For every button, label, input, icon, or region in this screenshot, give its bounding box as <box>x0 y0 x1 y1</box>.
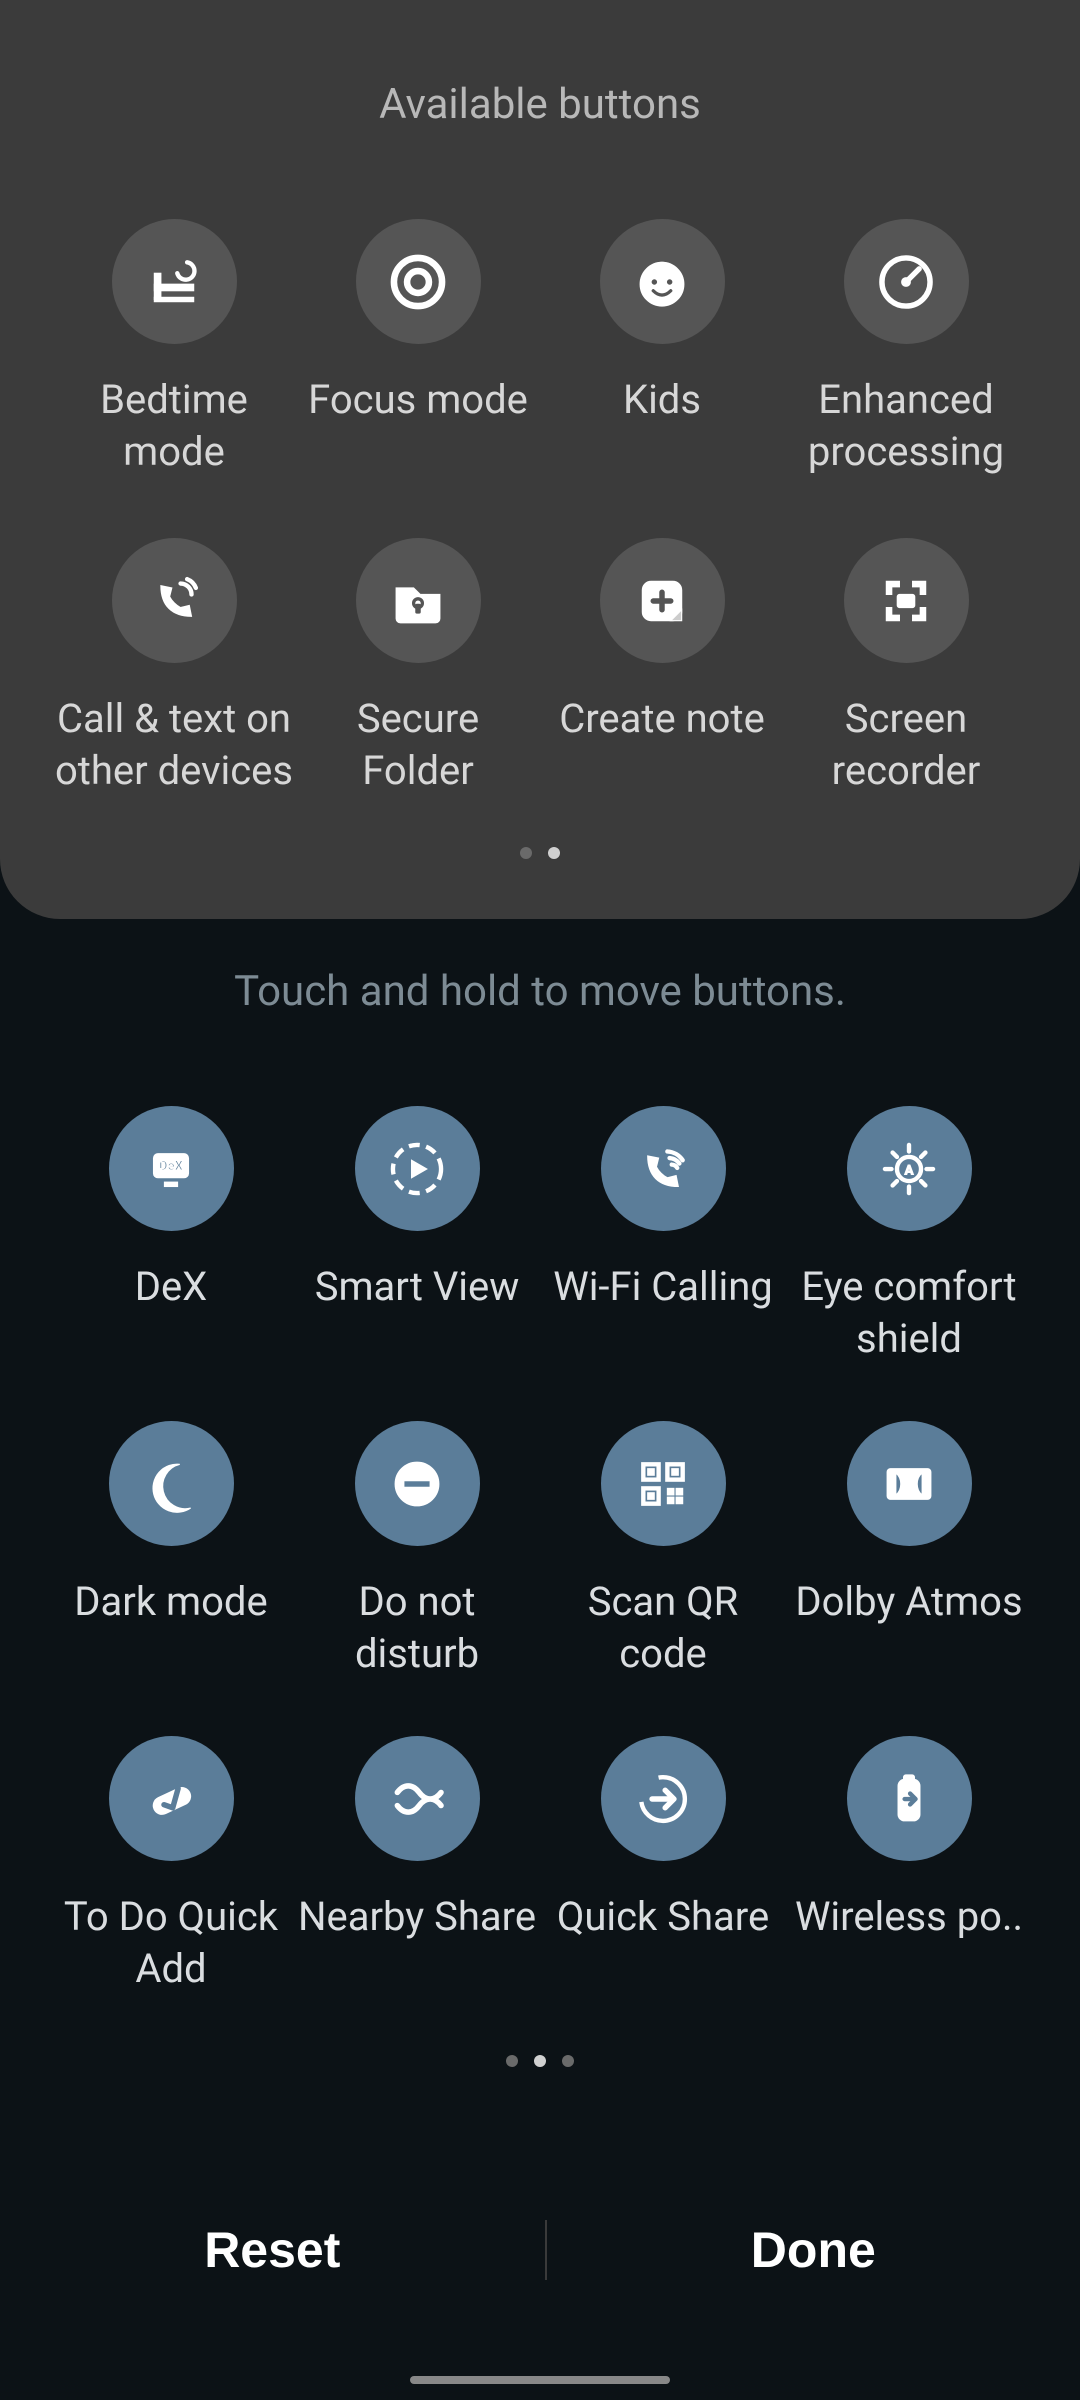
tile-wifi-calling[interactable]: Wi-Fi Calling <box>540 1106 786 1365</box>
dnd-icon <box>355 1421 480 1546</box>
tile-label: Dark mode <box>74 1576 267 1628</box>
dolby-icon <box>847 1421 972 1546</box>
main-grid: DeX DeX Smart View Wi-Fi Calling A Eye c… <box>0 1106 1080 1995</box>
tile-bedtime-mode[interactable]: Bedtime mode <box>52 219 296 478</box>
tile-wireless-power-share[interactable]: Wireless po.. <box>786 1736 1032 1995</box>
secure-folder-icon <box>356 538 481 663</box>
tile-eye-comfort-shield[interactable]: A Eye comfort shield <box>786 1106 1032 1365</box>
available-title: Available buttons <box>32 80 1048 129</box>
divider <box>545 2220 547 2280</box>
eye-comfort-icon: A <box>847 1106 972 1231</box>
done-button[interactable]: Done <box>751 2221 876 2279</box>
page-dot-active[interactable] <box>534 2055 546 2067</box>
available-buttons-panel: Available buttons Bedtime mode Focus mod… <box>0 0 1080 919</box>
tile-label: To Do Quick Add <box>51 1891 291 1995</box>
tile-label: Nearby Share <box>298 1891 536 1943</box>
dex-icon: DeX <box>109 1106 234 1231</box>
tile-do-not-disturb[interactable]: Do not disturb <box>294 1421 540 1680</box>
todo-icon <box>109 1736 234 1861</box>
tile-quick-share[interactable]: Quick Share <box>540 1736 786 1995</box>
available-page-dots <box>32 847 1048 859</box>
tile-label: Do not disturb <box>297 1576 537 1680</box>
tile-dark-mode[interactable]: Dark mode <box>48 1421 294 1680</box>
reset-button[interactable]: Reset <box>204 2221 340 2279</box>
call-sync-icon <box>112 538 237 663</box>
screen-recorder-icon <box>844 538 969 663</box>
tile-label: Kids <box>623 374 701 426</box>
wifi-calling-icon <box>601 1106 726 1231</box>
tile-label: Bedtime mode <box>54 374 294 478</box>
tile-todo-quick-add[interactable]: To Do Quick Add <box>48 1736 294 1995</box>
gauge-icon <box>844 219 969 344</box>
tile-smart-view[interactable]: Smart View <box>294 1106 540 1365</box>
tile-label: Screen recorder <box>786 693 1026 797</box>
smart-view-icon <box>355 1106 480 1231</box>
tile-label: Call & text on other devices <box>54 693 294 797</box>
svg-text:A: A <box>905 1163 914 1178</box>
tile-label: DeX <box>135 1261 208 1313</box>
tile-label: Dolby Atmos <box>795 1576 1022 1628</box>
tile-label: Smart View <box>315 1261 520 1313</box>
tile-dolby-atmos[interactable]: Dolby Atmos <box>786 1421 1032 1680</box>
page-dot[interactable] <box>506 2055 518 2067</box>
tile-label: Secure Folder <box>298 693 538 797</box>
quick-share-icon <box>601 1736 726 1861</box>
bottom-bar: Reset Done <box>0 2180 1080 2320</box>
page-dot-active[interactable] <box>548 847 560 859</box>
tile-nearby-share[interactable]: Nearby Share <box>294 1736 540 1995</box>
tile-call-text-other-devices[interactable]: Call & text on other devices <box>52 538 296 797</box>
tile-scan-qr-code[interactable]: Scan QR code <box>540 1421 786 1680</box>
tile-label: Focus mode <box>308 374 528 426</box>
hint-text: Touch and hold to move buttons. <box>0 967 1080 1016</box>
kids-icon <box>600 219 725 344</box>
available-grid: Bedtime mode Focus mode Kids Enhanced pr… <box>32 219 1048 797</box>
tile-enhanced-processing[interactable]: Enhanced processing <box>784 219 1028 478</box>
nav-handle[interactable] <box>410 2376 670 2384</box>
tile-screen-recorder[interactable]: Screen recorder <box>784 538 1028 797</box>
tile-label: Wireless po.. <box>795 1891 1023 1943</box>
tile-create-note[interactable]: Create note <box>540 538 784 797</box>
nearby-share-icon <box>355 1736 480 1861</box>
tile-kids[interactable]: Kids <box>540 219 784 478</box>
tile-label: Wi-Fi Calling <box>553 1261 773 1313</box>
page-dot[interactable] <box>520 847 532 859</box>
tile-label: Create note <box>559 693 765 745</box>
qr-icon <box>601 1421 726 1546</box>
tile-dex[interactable]: DeX DeX <box>48 1106 294 1365</box>
tile-label: Eye comfort shield <box>789 1261 1029 1365</box>
tile-label: Enhanced processing <box>786 374 1026 478</box>
create-note-icon <box>600 538 725 663</box>
tile-secure-folder[interactable]: Secure Folder <box>296 538 540 797</box>
tile-label: Quick Share <box>557 1891 769 1943</box>
dark-mode-icon <box>109 1421 234 1546</box>
focus-icon <box>356 219 481 344</box>
tile-label: Scan QR code <box>543 1576 783 1680</box>
page-dot[interactable] <box>562 2055 574 2067</box>
wireless-power-icon <box>847 1736 972 1861</box>
main-page-dots <box>0 2055 1080 2067</box>
tile-focus-mode[interactable]: Focus mode <box>296 219 540 478</box>
bedtime-icon <box>112 219 237 344</box>
svg-text:DeX: DeX <box>159 1159 184 1174</box>
